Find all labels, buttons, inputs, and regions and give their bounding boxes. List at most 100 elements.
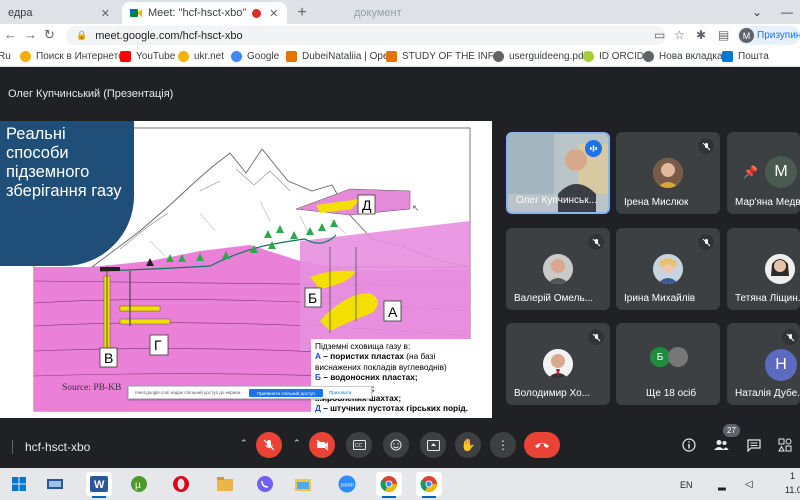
meet-window: Олег Купчинський (Презентація) Д Б А В Г… <box>0 68 800 468</box>
emoji-icon <box>390 439 402 451</box>
activities-icon[interactable] <box>776 436 794 454</box>
hand-icon: ✋ <box>460 438 476 452</box>
browser-tab[interactable]: едра ✕ <box>0 2 118 24</box>
tab-search-icon[interactable]: ⌄ <box>740 0 774 24</box>
leave-call-button[interactable] <box>524 432 560 458</box>
participant-name: Ірена Мислюк <box>624 197 689 208</box>
google-meet-icon <box>130 7 142 19</box>
svg-text:CC: CC <box>355 443 363 449</box>
label-a: А <box>388 304 398 320</box>
stop-sharing-button[interactable]: Припинити спільний доступ <box>249 389 323 397</box>
participant-name: Валерій Омель... <box>514 293 594 304</box>
tab-title: документ <box>354 7 402 19</box>
more-participants-tile[interactable]: Б Ще 18 осіб <box>616 323 720 405</box>
present-button[interactable] <box>420 432 446 458</box>
people-icon[interactable] <box>712 436 730 454</box>
bookmark-item[interactable]: Нова вкладка <box>643 51 723 62</box>
bookmark-item[interactable]: ID ORCID <box>583 51 644 62</box>
participant-tile[interactable]: Н Наталія Дубе... <box>727 323 800 405</box>
divider <box>12 440 13 454</box>
participant-name: Ірина Михайлів <box>624 293 696 304</box>
youtube-icon <box>120 51 131 62</box>
media-control-icon[interactable]: ▤ <box>718 28 729 42</box>
microphone-button[interactable]: ⌃ <box>240 432 282 458</box>
volume-icon[interactable]: ◁ <box>745 479 753 490</box>
tab-title: едра <box>8 7 33 19</box>
bookmark-star-icon[interactable]: ☆ <box>674 28 685 42</box>
screen-share-notification: meet.google.com надає спільний доступ до… <box>128 386 372 399</box>
bookmark-item[interactable]: userguideeng.pdf <box>493 51 586 62</box>
chevron-up-icon[interactable]: ⌃ <box>293 438 301 449</box>
camera-in-use-icon[interactable]: ▭ <box>654 28 665 42</box>
back-icon[interactable]: ← <box>4 27 17 42</box>
more-options-button[interactable]: ⋮ <box>490 432 516 458</box>
raise-hand-button[interactable]: ✋ <box>455 432 481 458</box>
close-tab-icon[interactable]: ✕ <box>269 7 278 20</box>
participant-name: Мар'яна Медв... <box>735 197 800 208</box>
clock-time[interactable]: 1 <box>790 471 795 481</box>
bookmark-item[interactable]: Google <box>231 51 279 62</box>
zoom-icon[interactable]: zoom <box>334 472 360 496</box>
browser-tab[interactable]: документ <box>346 2 446 24</box>
language-indicator[interactable]: EN <box>680 480 693 490</box>
opera-icon[interactable] <box>168 472 194 496</box>
bookmark-item[interactable]: ukr.net <box>178 51 224 62</box>
browser-tab-active[interactable]: Meet: "hcf-hsct-xbo" ✕ <box>122 2 287 24</box>
bookmark-item[interactable]: Ru <box>0 51 11 62</box>
participant-tile-speaking[interactable]: Олег Купчинськ... <box>506 132 610 214</box>
viber-icon[interactable] <box>252 472 278 496</box>
reactions-button[interactable] <box>383 432 409 458</box>
label-d: Д <box>362 197 372 213</box>
bookmark-item[interactable]: Пошта <box>722 51 769 62</box>
torrent-icon[interactable]: µ <box>126 472 152 496</box>
start-icon[interactable] <box>6 472 32 496</box>
chrome-icon[interactable] <box>376 472 402 498</box>
network-icon[interactable]: ▂ <box>718 480 726 491</box>
slide-title: Реальні способи підземного зберігання га… <box>6 125 122 200</box>
slide-legend: Підземні сховища газу в: А – пористих пл… <box>311 339 475 418</box>
hide-notification-link[interactable]: Приховати <box>329 390 351 395</box>
bookmark-item[interactable]: YouTube <box>120 51 175 62</box>
participant-tile[interactable]: Володимир Хо... <box>506 323 610 405</box>
participant-tile[interactable]: Тетяна Ліщин... <box>727 228 800 310</box>
camera-button[interactable]: ⌃ <box>293 432 335 458</box>
mail-icon <box>722 51 733 62</box>
url-text: meet.google.com/hcf-hsct-xbo <box>95 29 243 42</box>
bookmark-item[interactable]: STUDY OF THE INF... <box>386 51 501 62</box>
clock-date[interactable]: 11.0 <box>785 485 800 495</box>
participant-tile[interactable]: Валерій Омель... <box>506 228 610 310</box>
meeting-info-icon[interactable] <box>680 436 698 454</box>
profile-chip[interactable]: M Призупинено <box>737 26 800 45</box>
new-tab-button[interactable]: + <box>292 3 312 23</box>
chrome-icon[interactable] <box>416 472 442 498</box>
bookmark-item[interactable]: Поиск в Интернете <box>20 51 124 62</box>
globe-icon <box>643 51 654 62</box>
word-icon[interactable]: W <box>86 472 112 498</box>
address-bar[interactable]: 🔒 meet.google.com/hcf-hsct-xbo <box>66 26 666 45</box>
reload-icon[interactable]: ↻ <box>44 27 55 43</box>
forward-icon[interactable]: → <box>24 27 37 42</box>
bookmark-item[interactable]: DubeiNataliia | Ope... <box>286 51 397 62</box>
svg-text:µ: µ <box>135 480 141 491</box>
participant-tile[interactable]: Ірена Мислюк <box>616 132 720 214</box>
task-view-icon[interactable] <box>42 472 68 496</box>
camera-off-icon <box>316 439 328 451</box>
chat-icon[interactable] <box>745 436 763 454</box>
minimize-window-button[interactable]: — <box>770 0 800 24</box>
participant-tile[interactable]: 📌 M Мар'яна Медв... <box>727 132 800 214</box>
mic-off-icon <box>782 329 798 345</box>
participant-name: Ще 18 осіб <box>646 388 697 399</box>
pin-icon[interactable]: 📌 <box>743 165 758 179</box>
participant-name: Олег Купчинськ... <box>516 195 597 206</box>
speaking-indicator-icon <box>585 140 602 157</box>
participant-tile[interactable]: Ірина Михайлів <box>616 228 720 310</box>
chevron-up-icon[interactable]: ⌃ <box>240 438 248 449</box>
close-tab-icon[interactable]: ✕ <box>101 7 110 20</box>
explorer-icon[interactable] <box>212 472 238 496</box>
extensions-icon[interactable]: ✱ <box>696 28 706 42</box>
browser-toolbar: ← → ↻ 🔒 meet.google.com/hcf-hsct-xbo ▭ ☆… <box>0 24 800 47</box>
profile-status: Призупинено <box>757 30 800 41</box>
captions-button[interactable]: CC <box>346 432 372 458</box>
files-icon[interactable] <box>290 472 316 496</box>
end-call-icon <box>535 443 549 448</box>
